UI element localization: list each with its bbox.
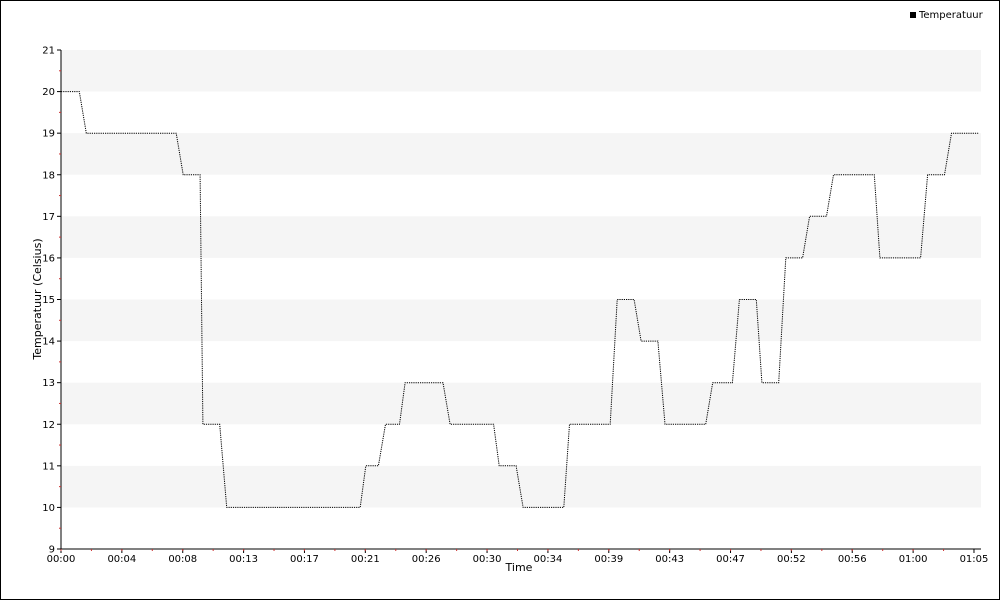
- grid-band: [61, 299, 981, 342]
- grid-band: [61, 133, 981, 175]
- grid-band: [61, 216, 981, 258]
- y-tick-label: 11: [42, 461, 55, 472]
- y-axis-ticks: 9 10 11 12 13 14 15 16 17 18 19 20 21: [42, 46, 61, 556]
- x-tick-label: 00:56: [838, 554, 867, 565]
- y-tick-label: 16: [42, 253, 55, 264]
- legend-swatch-temperatuur: [910, 12, 916, 18]
- y-tick-label: 12: [42, 420, 55, 431]
- y-tick-label: 13: [42, 378, 55, 389]
- x-tick-label: 01:00: [899, 554, 928, 565]
- x-tick-label: 00:47: [716, 554, 745, 565]
- x-tick-label: 00:52: [777, 554, 806, 565]
- y-tick-label: 20: [42, 87, 55, 98]
- x-axis-title: Time: [505, 561, 533, 574]
- x-tick-label: 00:34: [534, 554, 563, 565]
- x-tick-label: 00:17: [290, 554, 319, 565]
- y-tick-label: 21: [42, 46, 55, 57]
- x-tick-label: 00:21: [351, 554, 380, 565]
- x-tick-label: 00:43: [655, 554, 684, 565]
- x-tick-label: 00:08: [168, 554, 197, 565]
- grid-band: [61, 465, 981, 508]
- y-tick-label: 10: [42, 503, 55, 514]
- temperature-chart: 00:00 00:04 00:08 00:13 00:17 00:21 00:26 00:30…: [31, 10, 989, 574]
- x-tick-label: 00:00: [47, 554, 76, 565]
- x-tick-label: 00:39: [594, 554, 623, 565]
- legend: Temperatuur: [910, 10, 984, 21]
- x-tick-label: 00:26: [412, 554, 441, 565]
- y-tick-label: 19: [42, 129, 55, 140]
- y-tick-label: 9: [49, 545, 55, 556]
- grid-band: [61, 50, 981, 92]
- legend-label-temperatuur: Temperatuur: [918, 10, 984, 21]
- y-tick-label: 17: [42, 212, 55, 223]
- y-tick-label: 18: [42, 170, 55, 181]
- grid-bands: [61, 50, 981, 508]
- x-tick-label: 01:05: [960, 554, 989, 565]
- x-tick-label: 00:04: [107, 554, 136, 565]
- y-tick-label: 15: [42, 295, 55, 306]
- x-tick-label: 00:13: [229, 554, 258, 565]
- grid-band: [61, 382, 981, 425]
- x-tick-label: 00:30: [473, 554, 502, 565]
- y-axis-title: Temperatuur (Celsius): [31, 238, 44, 360]
- y-tick-label: 14: [42, 337, 55, 348]
